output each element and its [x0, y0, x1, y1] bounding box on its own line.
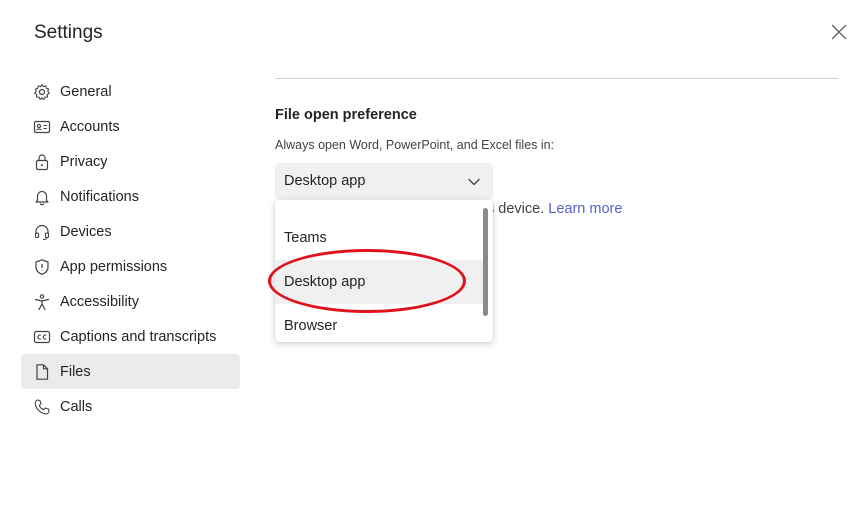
- section-divider: [275, 78, 838, 79]
- sidebar-item-accessibility[interactable]: Accessibility: [21, 284, 240, 319]
- sidebar-item-accounts[interactable]: Accounts: [21, 109, 240, 144]
- sidebar-item-notifications[interactable]: Notifications: [21, 179, 240, 214]
- sidebar-item-devices[interactable]: Devices: [21, 214, 240, 249]
- settings-sidebar: General Accounts Privacy Notifications D…: [21, 74, 240, 424]
- accessibility-icon: [33, 293, 51, 311]
- sidebar-item-label: Privacy: [60, 153, 108, 170]
- sidebar-item-label: Accounts: [60, 118, 120, 135]
- sidebar-item-general[interactable]: General: [21, 74, 240, 109]
- sidebar-item-privacy[interactable]: Privacy: [21, 144, 240, 179]
- sidebar-item-calls[interactable]: Calls: [21, 389, 240, 424]
- file-open-preference-title: File open preference: [275, 107, 417, 123]
- sidebar-item-label: Files: [60, 363, 91, 380]
- option-browser[interactable]: Browser: [275, 304, 485, 348]
- shield-icon: [33, 258, 51, 276]
- sidebar-item-label: Captions and transcripts: [60, 328, 217, 345]
- id-card-icon: [33, 118, 51, 136]
- sidebar-item-label: Devices: [60, 223, 112, 240]
- headset-icon: [33, 223, 51, 241]
- lock-icon: [33, 153, 51, 171]
- sidebar-item-captions[interactable]: Captions and transcripts: [21, 319, 240, 354]
- sidebar-item-files[interactable]: Files: [21, 354, 240, 389]
- cc-icon: [33, 328, 51, 346]
- chevron-down-icon: [467, 175, 481, 189]
- option-desktop-app[interactable]: Desktop app: [275, 260, 485, 304]
- option-teams[interactable]: Teams: [275, 216, 485, 260]
- settings-title: Settings: [34, 22, 103, 43]
- sidebar-item-label: App permissions: [60, 258, 168, 275]
- file-open-preference-description: Always open Word, PowerPoint, and Excel …: [275, 138, 555, 152]
- learn-more-link[interactable]: Learn more: [548, 201, 622, 217]
- file-open-hint: s device. Learn more: [487, 201, 622, 217]
- file-open-select[interactable]: Desktop app: [275, 163, 493, 199]
- select-value: Desktop app: [284, 173, 366, 189]
- hint-text: s device.: [487, 201, 545, 217]
- sidebar-item-label: General: [60, 83, 112, 100]
- bell-icon: [33, 188, 51, 206]
- gear-icon: [33, 83, 51, 101]
- close-icon[interactable]: [829, 22, 849, 42]
- sidebar-item-app-permissions[interactable]: App permissions: [21, 249, 240, 284]
- sidebar-item-label: Calls: [60, 398, 93, 415]
- sidebar-item-label: Accessibility: [60, 293, 139, 310]
- sidebar-item-label: Notifications: [60, 188, 139, 205]
- dropdown-scrollbar[interactable]: [483, 208, 488, 316]
- phone-icon: [33, 398, 51, 416]
- file-icon: [33, 363, 51, 381]
- file-open-dropdown: Teams Desktop app Browser: [275, 200, 493, 342]
